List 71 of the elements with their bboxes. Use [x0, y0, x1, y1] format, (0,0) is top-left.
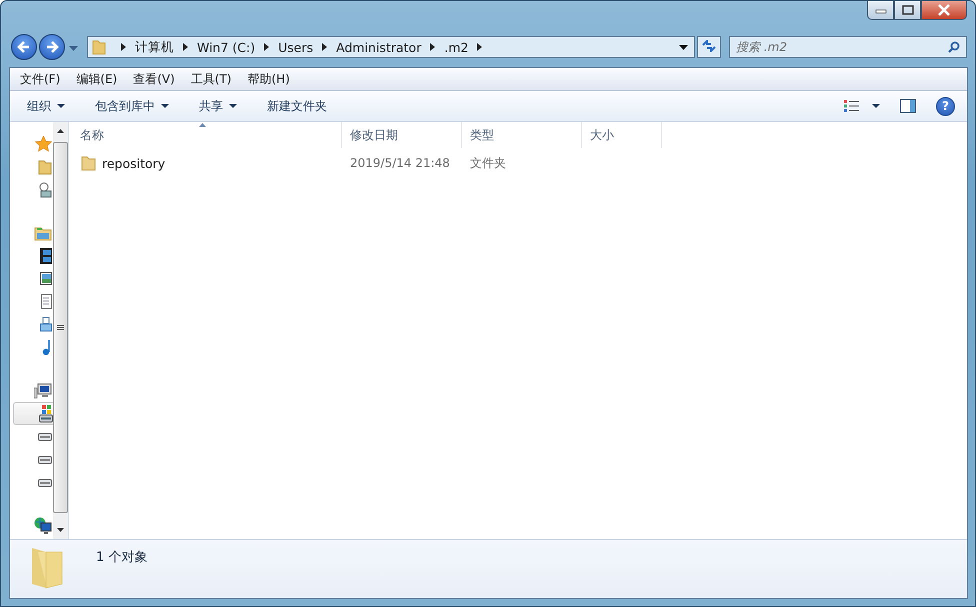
breadcrumb[interactable]: Administrator — [336, 40, 422, 54]
close-button[interactable] — [921, 1, 967, 20]
scroll-up-icon[interactable] — [57, 129, 64, 133]
breadcrumb[interactable]: Win7 (C:) — [197, 40, 256, 54]
document-icon — [41, 294, 52, 309]
nav-item[interactable] — [13, 402, 53, 425]
refresh-icon — [702, 40, 716, 52]
network-icon — [34, 516, 52, 534]
menu-item[interactable]: 帮助(H) — [248, 70, 290, 88]
view-options-icon[interactable] — [844, 100, 860, 112]
file-name: repository — [102, 156, 166, 170]
chevron-right-icon[interactable] — [322, 43, 328, 51]
help-button[interactable]: ? — [936, 96, 955, 116]
maximize-icon — [900, 5, 914, 15]
menu-item[interactable]: 工具(T) — [190, 70, 232, 88]
scroll-down-icon[interactable] — [57, 528, 64, 532]
toolbar-button[interactable]: 新建文件夹 — [267, 94, 327, 118]
address-bar[interactable]: 计算机 Win7 (C:) Users Administrator .m2 — [87, 36, 695, 58]
dropdown-caret-icon[interactable] — [679, 44, 688, 50]
column-label: 修改日期 — [350, 126, 398, 144]
column-label: 大小 — [590, 126, 614, 144]
chevron-right-icon[interactable] — [264, 43, 270, 51]
folder-icon — [81, 156, 96, 170]
column-label: 类型 — [470, 126, 494, 144]
star-icon — [35, 136, 52, 152]
forward-button[interactable] — [39, 34, 65, 60]
folder-icon — [92, 39, 106, 55]
close-icon — [936, 4, 952, 16]
computer-icon — [34, 382, 52, 398]
item-count: 1 个对象 — [96, 549, 148, 566]
chevron-right-icon[interactable] — [183, 43, 188, 51]
chevron-right-icon[interactable] — [477, 43, 482, 51]
breadcrumb[interactable]: .m2 — [444, 40, 468, 54]
file-row[interactable]: repository 2019/5/14 21:48 文件夹 — [69, 152, 967, 174]
menu-item[interactable]: 查看(V) — [133, 70, 175, 88]
drive-icon — [38, 432, 52, 440]
file-type: 文件夹 — [470, 154, 506, 172]
recent-places-icon — [38, 182, 52, 198]
menu-item[interactable]: 文件(F) — [20, 70, 60, 88]
grip-icon — [57, 324, 64, 330]
chevron-right-icon[interactable] — [430, 43, 436, 51]
arrow-left-icon — [17, 40, 31, 54]
menu-item[interactable]: 编辑(E) — [76, 70, 118, 88]
column-header[interactable]: 修改日期 — [342, 122, 462, 148]
column-label: 名称 — [80, 126, 104, 144]
preview-pane-icon[interactable] — [900, 99, 916, 113]
breadcrumb[interactable]: Users — [278, 40, 314, 54]
search-icon[interactable] — [948, 41, 960, 53]
film-icon — [40, 248, 52, 264]
chevron-right-icon[interactable] — [121, 43, 126, 51]
drive-icon — [38, 478, 52, 486]
refresh-button[interactable] — [697, 36, 721, 58]
music-note-icon — [42, 340, 52, 355]
dropdown-caret-icon[interactable] — [872, 104, 880, 108]
toolbar-button[interactable]: 组织 — [27, 94, 65, 118]
search-field[interactable]: 搜索 .m2 — [729, 36, 967, 58]
arrow-right-icon — [45, 40, 59, 54]
column-header[interactable]: 类型 — [462, 122, 582, 148]
drive-icon — [39, 404, 53, 422]
drive-icon — [38, 456, 52, 464]
toolbar-button[interactable]: 共享 — [199, 94, 237, 118]
back-button[interactable] — [11, 34, 37, 60]
maximize-button[interactable] — [894, 1, 921, 20]
column-header[interactable]: 名称 — [69, 122, 342, 148]
toolbar-button[interactable]: 包含到库中 — [95, 94, 169, 118]
column-header[interactable]: 大小 — [582, 122, 662, 148]
minimize-button[interactable] — [867, 1, 894, 20]
library-icon — [34, 224, 52, 240]
picture-icon — [40, 272, 52, 285]
breadcrumb[interactable]: 计算机 — [135, 38, 174, 56]
modified-date: 2019/5/14 21:48 — [350, 156, 450, 170]
